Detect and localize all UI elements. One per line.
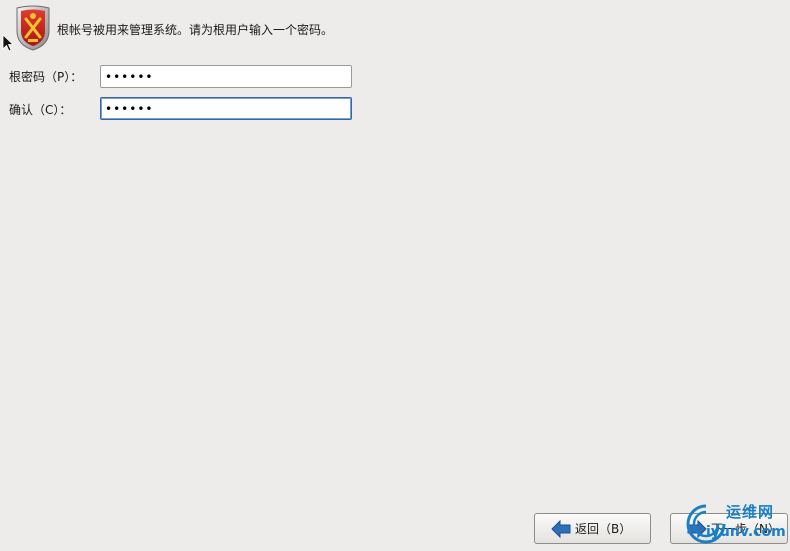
root-password-label: 根密码（P）： (9, 70, 83, 84)
next-button[interactable]: 下一步（N） (670, 513, 788, 544)
next-button-label: 下一步（N） (711, 522, 780, 536)
mouse-cursor-icon (2, 34, 14, 52)
back-button-label: 返回（B） (575, 522, 632, 536)
header-message: 根帐号被用来管理系统。请为根用户输入一个密码。 (57, 23, 334, 37)
shield-crest-icon (16, 5, 50, 51)
arrow-left-icon (551, 519, 571, 538)
root-password-input[interactable] (100, 65, 352, 88)
back-button[interactable]: 返回（B） (534, 513, 651, 544)
confirm-password-label: 确认（C）： (9, 103, 72, 117)
arrow-right-icon (687, 519, 707, 538)
confirm-password-input[interactable] (100, 97, 352, 120)
